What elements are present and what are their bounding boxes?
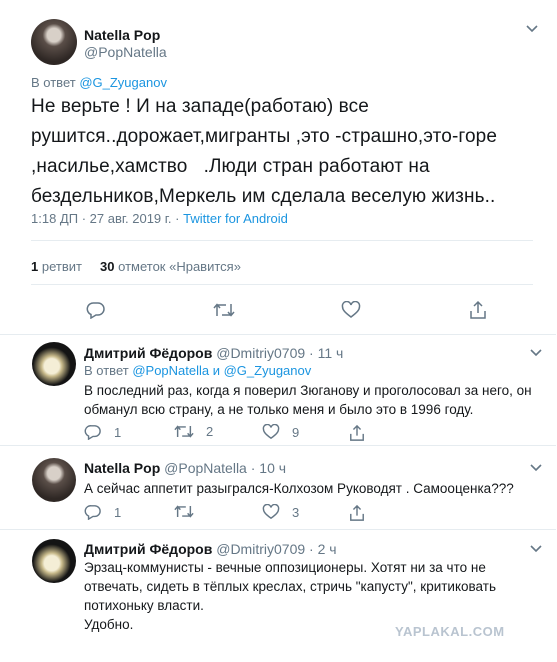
reply-to: В ответ @PopNatella и @G_Zyuganov: [84, 363, 312, 378]
tweet-text: Эрзац-коммунисты - вечные оппозиционеры.…: [84, 558, 544, 634]
avatar[interactable]: [31, 19, 77, 65]
like-icon: [262, 424, 280, 440]
retweet-icon: [174, 425, 194, 438]
tweet-meta: 1:18 ДП · 27 авг. 2019 г. · Twitter for …: [31, 211, 288, 226]
tweet-source[interactable]: Twitter for Android: [183, 211, 288, 226]
chevron-down-icon[interactable]: [526, 22, 538, 36]
avatar[interactable]: [32, 458, 76, 502]
reply-to: В ответ @G_Zyuganov: [31, 75, 167, 90]
share-icon[interactable]: [469, 300, 487, 320]
tweet-time[interactable]: · 2 ч: [309, 541, 337, 557]
author-handle[interactable]: @Dmitriy0709: [216, 541, 305, 557]
tweet-text-line: рушится..дорожает,мигранты ,это -страшно…: [31, 126, 497, 147]
share-button[interactable]: [349, 424, 365, 442]
likes-stat[interactable]: 30 отметок «Нравится»: [100, 259, 241, 274]
reply-count: 1: [114, 424, 122, 440]
like-icon[interactable]: [341, 301, 361, 319]
author-name[interactable]: Natella Pop: [84, 27, 160, 43]
tweet-text: В последний раз, когда я поверил Зюганов…: [84, 383, 532, 417]
reply-tweet[interactable]: Дмитрий Фёдоров @Dmitriy0709 · 11 ч В от…: [0, 335, 556, 446]
retweet-icon[interactable]: [213, 302, 235, 318]
reply-header: Natella Pop @PopNatella · 10 ч: [84, 460, 286, 476]
avatar[interactable]: [32, 539, 76, 583]
author-name[interactable]: Natella Pop: [84, 460, 160, 476]
tweet-text-line: ,насилье,хамство .Люди стран работают на: [31, 156, 430, 177]
like-button[interactable]: 3: [262, 504, 299, 520]
reply-count: 1: [114, 504, 122, 520]
reply-to-user-link[interactable]: @G_Zyuganov: [79, 75, 167, 90]
reply-to-users-link[interactable]: @PopNatella и @G_Zyuganov: [132, 363, 311, 378]
reply-button[interactable]: 1: [84, 424, 121, 440]
author-handle[interactable]: @Dmitriy0709: [216, 345, 305, 361]
reply-icon[interactable]: [86, 301, 106, 319]
reply-tweet[interactable]: Natella Pop @PopNatella · 10 ч А сейчас …: [0, 446, 556, 530]
retweet-icon: [174, 505, 194, 518]
share-button[interactable]: [349, 504, 365, 522]
tweet-text-line: Не верьте ! И на западе(работаю) все: [31, 96, 369, 117]
retweets-stat[interactable]: 1 ретвит: [31, 259, 82, 274]
chevron-down-icon[interactable]: [530, 542, 542, 556]
share-icon: [350, 504, 364, 521]
retweet-count: 2: [206, 424, 214, 439]
chevron-down-icon[interactable]: [530, 346, 542, 360]
tweet-text: А сейчас аппетит разыгрался-Колхозом Рук…: [84, 481, 514, 496]
reply-header: Дмитрий Фёдоров @Dmitriy0709 · 11 ч: [84, 345, 343, 361]
avatar[interactable]: [32, 342, 76, 386]
author-name[interactable]: Дмитрий Фёдоров: [84, 541, 212, 557]
like-count: 9: [292, 424, 300, 440]
like-icon: [262, 504, 280, 520]
reply-button[interactable]: 1: [84, 504, 121, 520]
like-button[interactable]: 9: [262, 424, 299, 440]
tweet-time[interactable]: · 11 ч: [309, 345, 343, 361]
reply-icon: [84, 425, 101, 440]
author-handle[interactable]: @PopNatella: [164, 460, 247, 476]
tweet-text-line: бездельников,Меркель им сделала веселую …: [31, 186, 496, 207]
tweet-text: Не верьте ! И на западе(работаю) все руш…: [31, 92, 541, 212]
author-name[interactable]: Дмитрий Фёдоров: [84, 345, 212, 361]
share-icon: [350, 424, 364, 441]
chevron-down-icon[interactable]: [530, 461, 542, 475]
tweet-time[interactable]: · 10 ч: [251, 460, 286, 476]
divider: [31, 240, 533, 241]
tweet-text-line: Эрзац-коммунисты - вечные оппозиционеры.…: [84, 560, 486, 575]
tweet-text-line: отвечать, сидеть в тёплых креслах, стрич…: [84, 579, 496, 594]
reply-icon: [84, 505, 101, 520]
tweet-time[interactable]: 1:18 ДП: [31, 211, 78, 226]
watermark: YAPLAKAL.COM: [395, 624, 505, 639]
tweet-text-line: потихоньку власти.: [84, 598, 204, 613]
retweet-button[interactable]: 2: [174, 424, 213, 439]
tweet-stats: 1 ретвит 30 отметок «Нравится»: [31, 259, 241, 274]
author-handle[interactable]: @PopNatella: [84, 44, 167, 60]
reply-header: Дмитрий Фёдоров @Dmitriy0709 · 2 ч: [84, 541, 337, 557]
like-count: 3: [292, 504, 300, 520]
tweet-date[interactable]: 27 авг. 2019 г.: [90, 211, 172, 226]
divider: [31, 284, 533, 285]
reply-tweet[interactable]: Дмитрий Фёдоров @Dmitriy0709 · 2 ч Эрзац…: [0, 530, 556, 662]
retweet-button[interactable]: [174, 504, 206, 519]
main-tweet: Natella Pop @PopNatella В ответ @G_Zyuga…: [0, 0, 556, 335]
